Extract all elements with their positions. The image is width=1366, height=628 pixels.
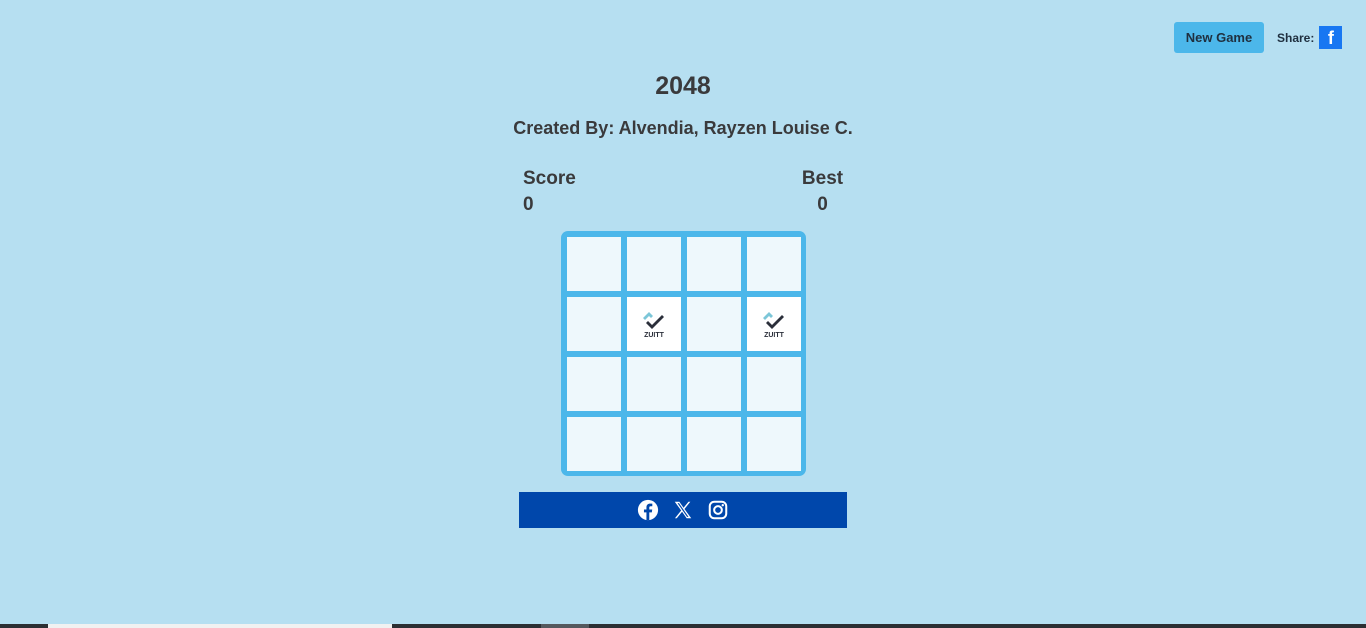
game-board[interactable]: ZUITT ZUITT	[561, 231, 806, 476]
taskbar-segment	[48, 624, 392, 628]
best-value: 0	[817, 194, 828, 215]
share-label: Share:	[1277, 30, 1315, 45]
taskbar-segment	[541, 624, 589, 628]
score-value: 0	[523, 194, 534, 215]
share-group: Share: f	[1277, 26, 1343, 49]
board-cell	[687, 417, 741, 471]
board-cell	[627, 237, 681, 291]
x-icon[interactable]	[672, 499, 694, 521]
facebook-icon[interactable]	[637, 499, 659, 521]
game-title: 2048	[655, 72, 711, 100]
board-cell	[567, 297, 621, 351]
zuitt-logo-icon: ZUITT	[643, 312, 665, 339]
board-cell	[627, 417, 681, 471]
tile-label: ZUITT	[764, 332, 785, 339]
best-label: Best	[801, 168, 844, 189]
score-label: Score	[523, 168, 576, 189]
facebook-icon[interactable]: f	[1319, 26, 1343, 49]
taskbar	[0, 624, 1366, 628]
social-footer	[519, 492, 847, 528]
board-cell	[747, 417, 801, 471]
board-cell	[567, 357, 621, 411]
credit-text: Created By: Alvendia, Rayzen Louise C.	[513, 118, 853, 138]
board-cell	[687, 297, 741, 351]
board-cell	[687, 237, 741, 291]
board-cell	[747, 237, 801, 291]
board-cell	[747, 357, 801, 411]
board-tile: ZUITT	[627, 297, 681, 351]
new-game-button[interactable]: New Game	[1174, 22, 1264, 53]
best-panel: Best 0	[801, 166, 844, 218]
zuitt-logo-icon: ZUITT	[763, 312, 785, 339]
board-cell	[567, 237, 621, 291]
instagram-icon[interactable]	[707, 499, 729, 521]
board-tile: ZUITT	[747, 297, 801, 351]
tile-label: ZUITT	[644, 332, 665, 339]
board-cell	[687, 357, 741, 411]
board-cell	[567, 417, 621, 471]
board-cell	[627, 357, 681, 411]
score-panel: Score 0	[523, 166, 576, 218]
